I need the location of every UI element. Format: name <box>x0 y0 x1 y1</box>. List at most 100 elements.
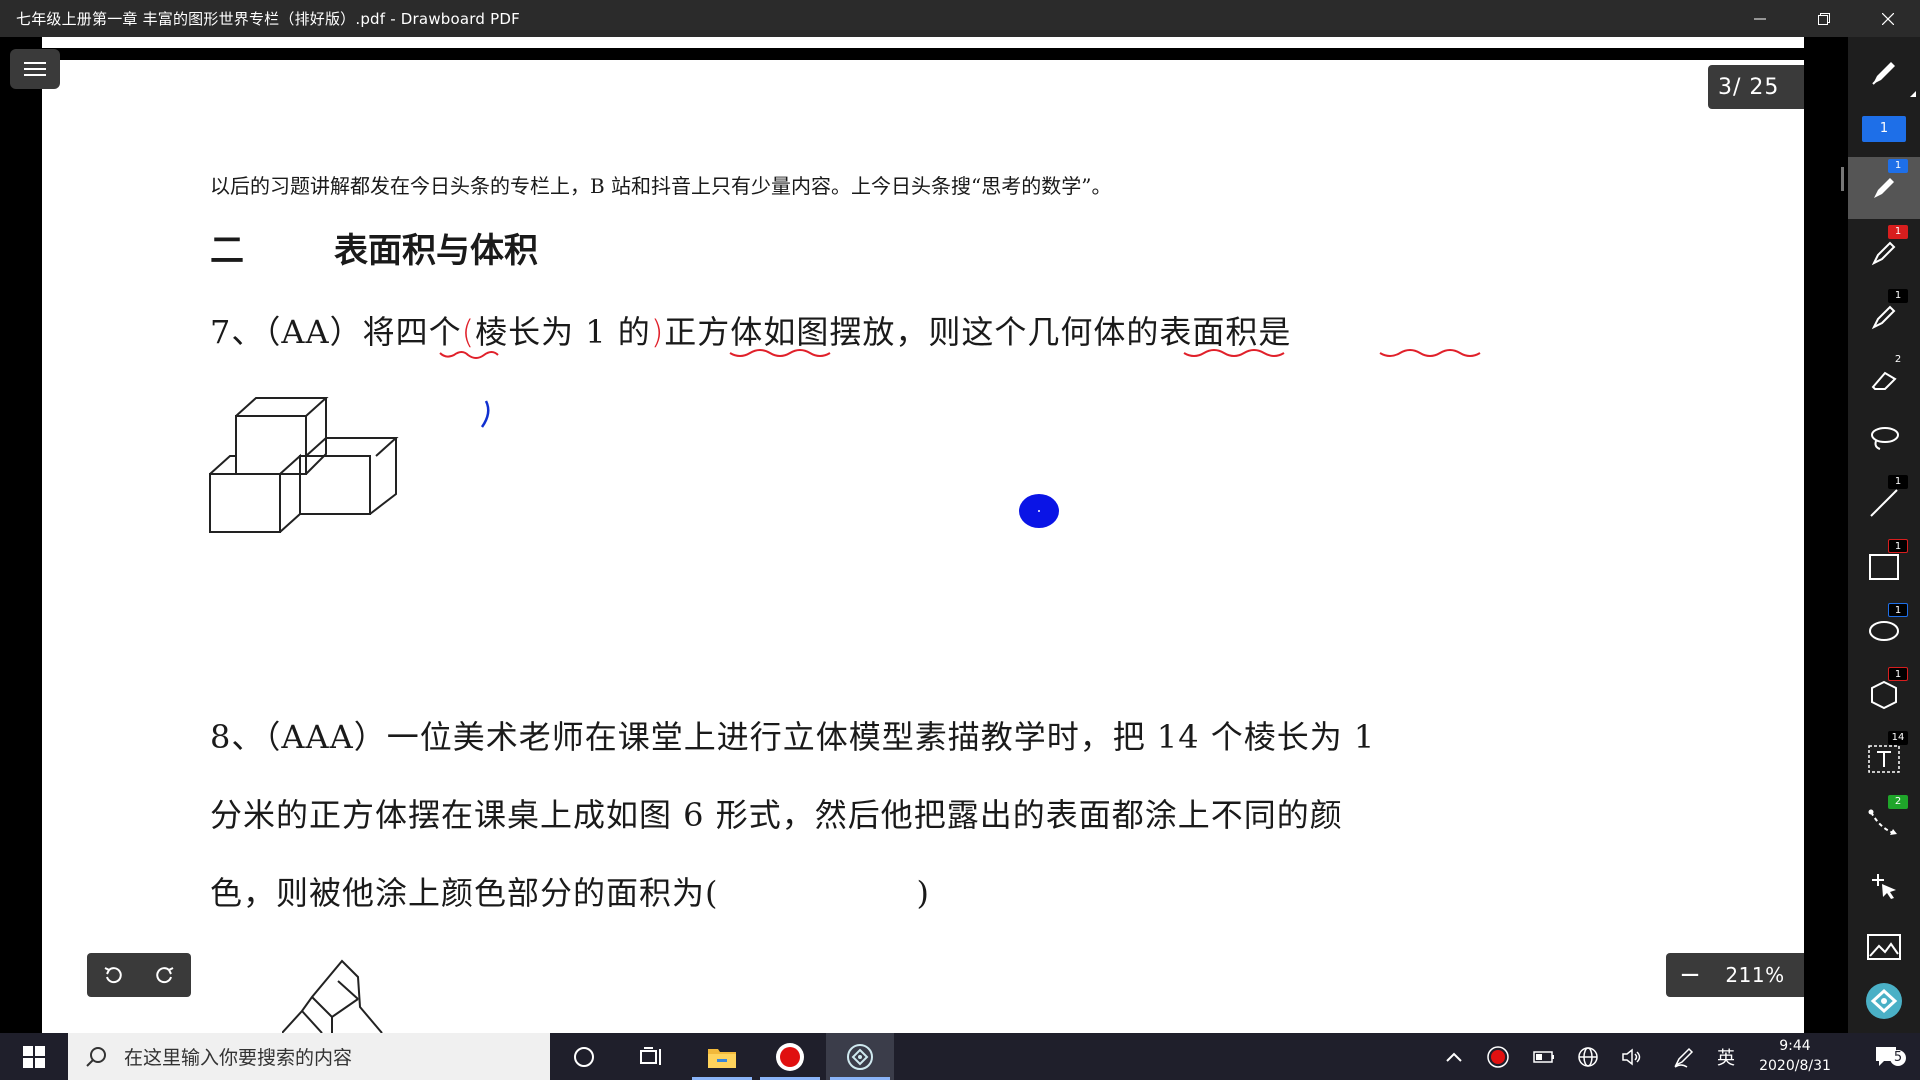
menu-button[interactable] <box>10 49 60 89</box>
show-hidden-icons-button[interactable] <box>1438 1033 1470 1080</box>
image-button[interactable] <box>1848 917 1920 977</box>
ink-toolbar: 1 1 1 1 2 1 1 1 1 14 2 <box>1848 37 1920 1033</box>
tray-volume[interactable] <box>1616 1033 1648 1080</box>
undo-icon <box>104 967 122 984</box>
text-button[interactable]: 14 <box>1848 729 1920 789</box>
notification-center-button[interactable]: 5 <box>1856 1033 1920 1080</box>
tray-network[interactable] <box>1572 1033 1604 1080</box>
page-counter-text: 3/ 25 <box>1718 74 1780 100</box>
question-8-line-3: 色，则被他涂上颜色部分的面积为( ) <box>210 874 930 912</box>
pen-3-button[interactable]: 1 <box>1848 287 1920 347</box>
rectangle-badge: 1 <box>1888 539 1908 553</box>
eraser-button[interactable]: 2 <box>1848 351 1920 411</box>
eraser-badge: 2 <box>1894 354 1902 365</box>
close-icon <box>1882 12 1894 25</box>
text-badge: 14 <box>1888 731 1908 745</box>
input-method[interactable]: 英 <box>1712 1033 1740 1080</box>
pdf-page[interactable]: 以后的习题讲解都发在今日头条的专栏上，B 站和抖音上只有少量内容。上今日头条搜“… <box>42 37 1804 1033</box>
minimize-button[interactable] <box>1728 0 1792 37</box>
tray-battery[interactable] <box>1528 1033 1560 1080</box>
pen-workspace-icon <box>1674 1047 1694 1068</box>
undo-redo-group <box>87 953 191 997</box>
image-icon <box>1867 934 1901 960</box>
document-viewport[interactable]: 以后的习题讲解都发在今日头条的专栏上，B 站和抖音上只有少量内容。上今日头条搜“… <box>0 37 1848 1033</box>
search-placeholder: 在这里输入你要搜索的内容 <box>124 1047 353 1069</box>
taskbar-search-box[interactable]: 在这里输入你要搜索的内容 <box>68 1033 550 1080</box>
zoom-control: − 211% + <box>1666 953 1804 997</box>
rectangle-button[interactable]: 1 <box>1848 537 1920 597</box>
polygon-icon <box>1871 680 1897 710</box>
restore-icon <box>1818 12 1830 25</box>
cortana-icon <box>574 1046 594 1067</box>
close-button[interactable] <box>1856 0 1920 37</box>
restore-button[interactable] <box>1792 0 1856 37</box>
q7-part-underlined-1: 四个 <box>395 313 462 351</box>
zoom-level[interactable]: 211% <box>1714 963 1796 987</box>
line-badge: 1 <box>1888 475 1908 489</box>
screen-recorder-button[interactable] <box>756 1033 824 1080</box>
rectangle-icon <box>1869 554 1899 580</box>
color-swatch-button[interactable]: 1 <box>1848 99 1920 159</box>
title-bar: 七年级上册第一章 丰富的图形世界专栏（排好版）.pdf - Drawboard … <box>0 0 1920 37</box>
undo-button[interactable] <box>87 953 139 997</box>
q7-part-underlined-4: 表面积 <box>1159 313 1259 351</box>
cubes-figure-q8 <box>282 959 383 1033</box>
move-button[interactable] <box>1848 855 1920 915</box>
tray-recorder[interactable] <box>1482 1033 1514 1080</box>
section-number: 二 <box>210 231 244 271</box>
record-icon <box>776 1042 804 1071</box>
clock[interactable]: 9:44 2020/8/31 <box>1740 1033 1850 1080</box>
zoom-out-button[interactable]: − <box>1666 953 1714 997</box>
pen-2-button[interactable]: 1 <box>1848 223 1920 283</box>
tray-pen[interactable] <box>1668 1033 1700 1080</box>
q7-part: 棱长为 1 的 <box>475 313 651 351</box>
pen-2-icon <box>1871 241 1896 266</box>
battery-icon <box>1533 1050 1554 1063</box>
pen-2-badge: 1 <box>1888 225 1908 239</box>
page-top-margin <box>42 37 1804 48</box>
drawboard-taskbar-button[interactable] <box>826 1033 894 1080</box>
line-button[interactable]: 1 <box>1848 473 1920 533</box>
q7-part-underlined-3: 几何体 <box>1027 313 1127 351</box>
lasso-icon <box>1871 427 1899 450</box>
line-icon <box>1870 489 1898 517</box>
red-underline-4 <box>1379 349 1481 357</box>
text-icon <box>1868 745 1900 773</box>
connector-icon <box>1868 809 1898 835</box>
scrollbar-thumb[interactable] <box>1841 167 1844 191</box>
minimize-icon <box>1754 18 1766 19</box>
hamburger-icon <box>24 62 46 76</box>
polygon-button[interactable]: 1 <box>1848 665 1920 725</box>
ellipse-button[interactable]: 1 <box>1848 601 1920 661</box>
pen-1-button[interactable]: 1 <box>1848 157 1920 219</box>
question-8-line-1: 8、（AAA）一位美术老师在课堂上进行立体模型素描教学时，把 14 个棱长为 1 <box>210 718 1376 756</box>
polygon-badge: 1 <box>1888 667 1908 681</box>
task-view-icon <box>640 1046 661 1065</box>
folder-icon <box>708 1048 736 1068</box>
notification-count: 5 <box>1890 1050 1906 1066</box>
blue-ink-mark <box>480 400 490 428</box>
speaker-icon <box>1622 1047 1641 1066</box>
globe-icon <box>1578 1046 1598 1067</box>
page-counter[interactable]: 3/ 25 <box>1708 65 1804 109</box>
q7-part: 7、（AA）将 <box>210 313 396 351</box>
redo-button[interactable] <box>139 953 191 997</box>
cortana-button[interactable] <box>550 1033 618 1080</box>
pen-tool-button[interactable] <box>1848 43 1920 103</box>
pen-1-icon <box>1874 178 1894 198</box>
pen-1-badge: 1 <box>1888 159 1908 173</box>
question-7: 7、（AA）将四个(棱长为 1 的)正方体如图摆放，则这个几何体的表面积是 <box>210 307 1291 353</box>
start-button[interactable] <box>0 1033 68 1080</box>
zoom-in-button[interactable]: + <box>1796 953 1804 997</box>
task-view-button[interactable] <box>618 1033 686 1080</box>
ellipse-badge: 1 <box>1888 603 1908 617</box>
record-tray-icon <box>1487 1045 1509 1068</box>
app-logo-button[interactable] <box>1848 971 1920 1031</box>
file-explorer-button[interactable] <box>688 1033 756 1080</box>
clock-date: 2020/8/31 <box>1759 1058 1831 1074</box>
connector-button[interactable]: 2 <box>1848 793 1920 853</box>
lasso-button[interactable] <box>1848 409 1920 469</box>
cursor-dot <box>1019 494 1059 528</box>
color-swatch: 1 <box>1862 116 1906 142</box>
drawboard-icon <box>847 1043 873 1070</box>
